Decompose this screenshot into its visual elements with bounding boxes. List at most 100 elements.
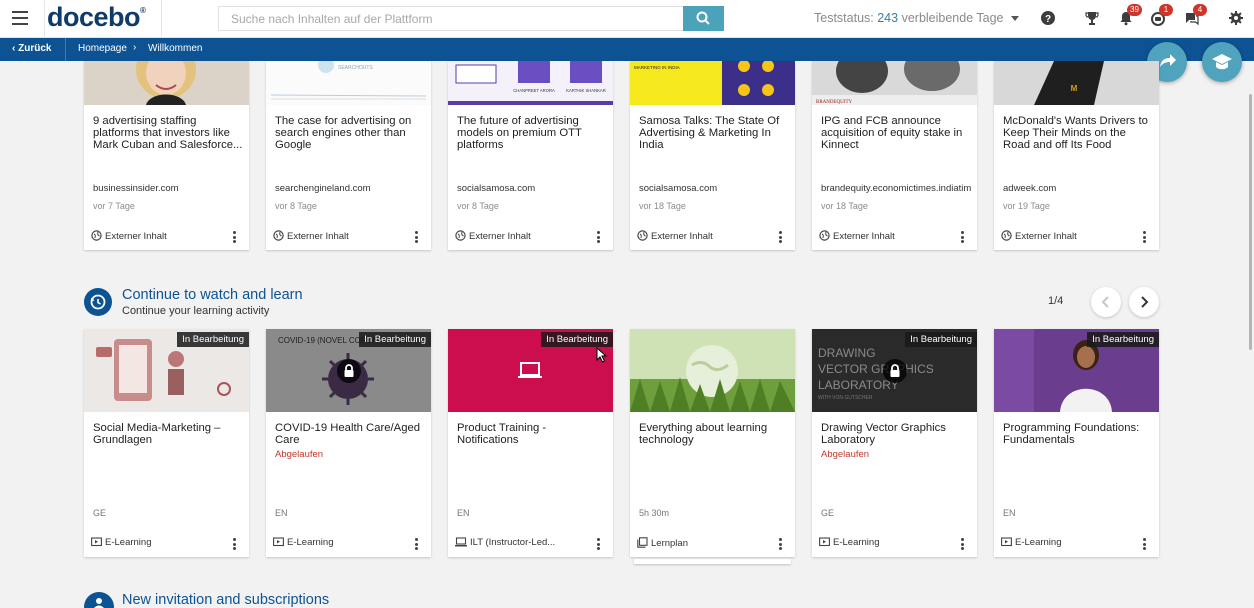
course-card[interactable]: In Bearbeitung Social Media-Marketing – … [84,329,249,557]
card-type-label: Externer Inhalt [287,231,349,242]
globe-icon [819,230,830,241]
course-thumbnail: In Bearbeitung [448,329,613,412]
globe-icon [273,230,284,241]
card-type: Externer Inhalt [819,230,895,242]
search-button[interactable] [683,6,724,31]
more-options-icon[interactable] [1143,538,1147,552]
course-type-label: Lernplan [651,538,688,549]
feed-card[interactable]: M McDonald's Wants Drivers to Keep Their… [994,61,1159,250]
notifications-button[interactable]: 39 [1118,4,1142,28]
card-title[interactable]: COVID-19 Health Care/Aged Care [275,422,425,447]
thumb-caption: WITH VON GUTSCHER [818,395,873,401]
more-options-icon[interactable] [1143,231,1147,245]
feed-card[interactable]: SEARCHOUTS The case for advertising on s… [266,61,431,250]
card-title[interactable]: The case for advertising on search engin… [275,115,425,152]
language-label: EN [1003,508,1016,518]
more-options-icon[interactable] [597,231,601,245]
more-options-icon[interactable] [961,538,965,552]
more-options-icon[interactable] [597,538,601,552]
card-title[interactable]: The future of advertising models on prem… [457,115,607,152]
scrollbar[interactable] [1249,94,1252,350]
course-type: E-Learning [819,537,879,548]
card-title[interactable]: IPG and FCB announce acquisition of equi… [821,115,971,152]
user-icon [84,592,114,608]
help-icon: ? [1041,11,1055,25]
card-title[interactable]: Programming Foundations: Fundamentals [1003,422,1153,447]
card-title[interactable]: Everything about learning technology [639,422,789,447]
card-age: vor 18 Tage [639,201,686,211]
feed-card[interactable]: MARKETING IN INDIA Samosa Talks: The Sta… [630,61,795,250]
notifications-badge: 39 [1127,4,1142,16]
menu-icon[interactable] [12,11,28,25]
thumb-caption: BRANDEQUITY [816,100,852,105]
achievements-button[interactable] [1084,10,1102,28]
breadcrumb-home[interactable]: Homepage [78,43,127,54]
feed-card[interactable]: CHANPREET ARORA KARTHIK SHANKAR The futu… [448,61,613,250]
language-label: GE [821,508,835,518]
stack-indicator [634,559,791,564]
help-button[interactable]: ? [1040,10,1058,28]
more-options-icon[interactable] [233,538,237,552]
chevron-left-icon: ‹ [12,43,16,54]
card-type-label: Externer Inhalt [833,231,895,242]
section-title: Continue to watch and learn [122,287,303,303]
trial-status[interactable]: Teststatus: 243 verbleibende Tage [814,11,1019,25]
next-button[interactable] [1129,287,1159,317]
card-source: socialsamosa.com [639,183,718,194]
course-type: Lernplan [637,537,688,549]
more-options-icon[interactable] [779,231,783,245]
status-badge: In Bearbeitung [541,332,613,347]
card-title[interactable]: McDonald's Wants Drivers to Keep Their M… [1003,115,1153,152]
lock-icon [337,359,361,383]
chart-image: SEARCHOUTS [266,61,431,105]
chevron-right-icon [1141,296,1149,308]
course-card[interactable]: In Bearbeitung Product Training - Notifi… [448,329,613,557]
activity-button[interactable]: 1 [1150,4,1173,28]
thumb-caption: SEARCHOUTS [338,65,373,71]
card-thumbnail: CHANPREET ARORA KARTHIK SHANKAR [448,61,613,105]
section-title: New invitation and subscriptions [122,592,330,608]
trophy-icon [1085,12,1099,25]
back-link[interactable]: ‹ Zurück [12,43,51,54]
more-options-icon[interactable] [779,538,783,552]
card-type: Externer Inhalt [455,230,531,242]
course-card[interactable]: Everything about learning technology 5h … [630,329,795,557]
graduation-cap-icon [1212,54,1232,70]
svg-text:?: ? [1045,14,1051,25]
feed-card[interactable]: BRANDEQUITY IPG and FCB announce acquisi… [812,61,977,250]
course-type: E-Learning [273,537,333,548]
course-card[interactable]: In Bearbeitung Programming Foundations: … [994,329,1159,557]
trial-suffix: verbleibende Tage [901,11,1004,25]
previous-button[interactable] [1091,287,1121,317]
learning-button[interactable] [1202,42,1242,82]
card-title[interactable]: Drawing Vector Graphics Laboratory [821,422,971,447]
card-type-label: Externer Inhalt [651,231,713,242]
card-title[interactable]: 9 advertising staffing platforms that in… [93,115,243,152]
more-options-icon[interactable] [961,231,965,245]
docebo-logo[interactable]: docebo® [47,2,146,33]
ilt-icon [455,537,467,547]
breadcrumb: ‹ Zurück Homepage › Willkommen [0,38,1254,61]
elearning-icon [91,537,102,547]
card-title[interactable]: Samosa Talks: The State Of Advertising &… [639,115,789,152]
logo-container[interactable]: docebo® [44,0,162,38]
messages-button[interactable]: 4 [1184,4,1207,28]
status-badge: In Bearbeitung [1087,332,1159,347]
feed-card[interactable]: 9 advertising staffing platforms that in… [84,61,249,250]
chevron-left-icon [1101,296,1109,308]
course-card[interactable]: COVID-19 (NOVEL CORONAVIRUS) In Bearbeit… [266,329,431,557]
search-input[interactable] [218,6,684,31]
elearning-icon [819,537,830,547]
settings-button[interactable] [1228,10,1246,28]
learning-plan-icon [637,537,648,548]
thumb-caption: KARTHIK SHANKAR [566,88,605,93]
card-title[interactable]: Social Media-Marketing – Grundlagen [93,422,243,447]
status-badge: In Bearbeitung [905,332,977,347]
trial-days: 243 [877,11,899,25]
more-options-icon[interactable] [415,231,419,245]
more-options-icon[interactable] [233,231,237,245]
course-card[interactable]: DRAWING VECTOR GRAPHICS LABORATORY WITH … [812,329,977,557]
card-title[interactable]: Product Training - Notifications [457,422,607,447]
course-thumbnail [630,329,795,412]
more-options-icon[interactable] [415,538,419,552]
